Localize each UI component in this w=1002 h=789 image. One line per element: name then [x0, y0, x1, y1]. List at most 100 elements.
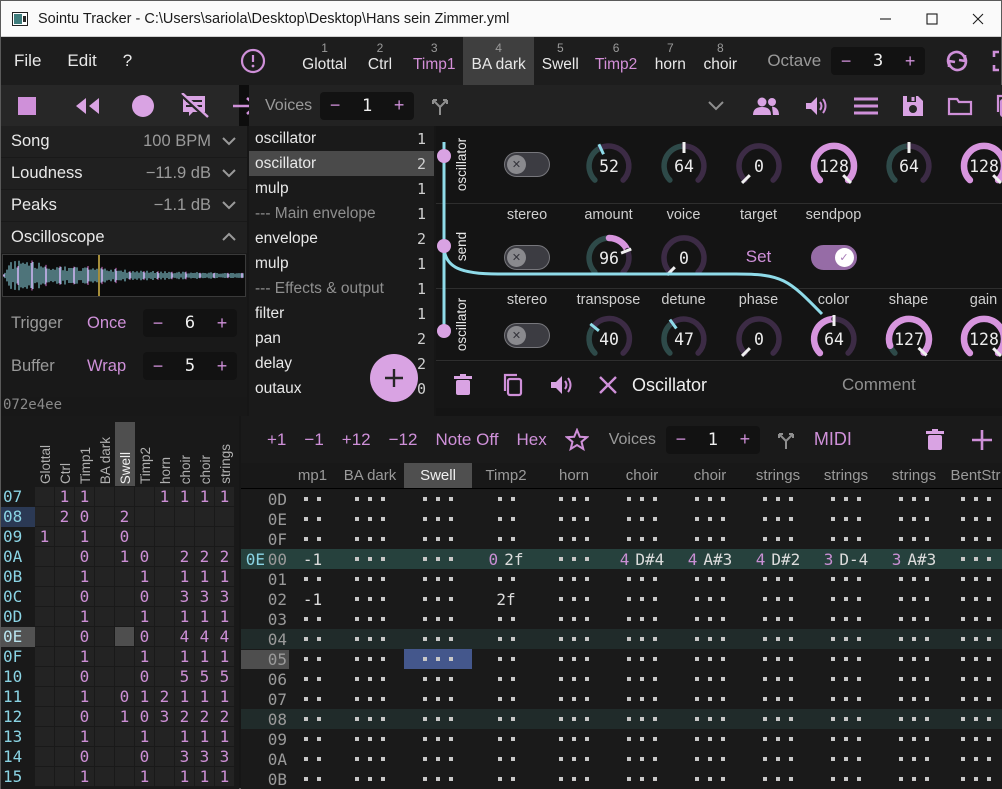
order-cell[interactable]: 1 — [135, 687, 154, 706]
order-cell[interactable]: 1 — [55, 487, 74, 506]
transpose-minus12-button[interactable]: −12 — [389, 430, 418, 450]
note-cell[interactable] — [608, 749, 676, 769]
menu-edit[interactable]: Edit — [54, 51, 109, 71]
note-cell[interactable] — [472, 509, 540, 529]
order-cell[interactable] — [95, 587, 114, 606]
track-header-choir[interactable]: choir — [608, 463, 676, 488]
note-cell[interactable] — [540, 489, 608, 509]
amount-knob[interactable]: 96 — [580, 226, 638, 288]
maximize-button[interactable] — [909, 1, 955, 36]
note-cell[interactable] — [676, 629, 744, 649]
order-cell[interactable]: 1 — [195, 487, 214, 506]
order-cell[interactable]: 1 — [75, 727, 94, 746]
order-cell[interactable]: 5 — [175, 667, 194, 686]
note-cell[interactable] — [608, 629, 676, 649]
order-cell[interactable] — [155, 507, 174, 526]
order-cell[interactable]: 0 — [135, 667, 154, 686]
order-cell[interactable]: 1 — [75, 527, 94, 546]
order-column-header-glottal[interactable]: Glottal — [35, 422, 55, 486]
unit-list-item-mulp[interactable]: mulp1 — [249, 251, 434, 276]
note-cell[interactable] — [540, 509, 608, 529]
note-cell[interactable] — [404, 609, 472, 629]
order-cell[interactable]: 1 — [115, 547, 134, 566]
note-row-label[interactable]: 0B — [241, 770, 289, 789]
unit-list-item--Effects-output[interactable]: --- Effects & output1 — [249, 276, 434, 301]
note-cell[interactable] — [880, 649, 948, 669]
note-cell[interactable] — [540, 589, 608, 609]
note-cell[interactable] — [540, 729, 608, 749]
note-cell[interactable] — [812, 629, 880, 649]
note-cell[interactable] — [608, 689, 676, 709]
note-cell[interactable] — [744, 609, 812, 629]
note-cell[interactable] — [948, 549, 1002, 569]
track-header-strings[interactable]: strings — [812, 463, 880, 488]
note-cell[interactable] — [812, 509, 880, 529]
note-cell[interactable] — [812, 709, 880, 729]
minimize-button[interactable] — [863, 1, 909, 36]
note-cell[interactable] — [289, 649, 336, 669]
order-cell[interactable] — [55, 527, 74, 546]
order-cell[interactable]: 1 — [75, 487, 94, 506]
order-cell[interactable]: 1 — [175, 647, 194, 666]
track-header-mp1[interactable]: mp1 — [289, 463, 336, 488]
order-cell[interactable]: 1 — [215, 487, 234, 506]
order-column-header-swell[interactable]: Swell — [115, 422, 135, 486]
note-cell[interactable]: -1 — [289, 549, 336, 569]
note-row-label[interactable]: 0F — [241, 530, 289, 549]
order-cell[interactable]: 3 — [215, 587, 234, 606]
track-header-swell[interactable]: Swell — [404, 463, 472, 488]
note-cell[interactable] — [404, 529, 472, 549]
note-cell[interactable] — [608, 569, 676, 589]
add-track-icon[interactable] — [970, 428, 994, 452]
order-cell[interactable] — [95, 767, 114, 786]
solo-speaker-icon[interactable] — [803, 94, 829, 118]
note-cell[interactable] — [948, 649, 1002, 669]
order-cell[interactable] — [35, 627, 54, 646]
note-cell[interactable] — [289, 729, 336, 749]
order-cell[interactable]: 1 — [215, 607, 234, 626]
order-cell[interactable] — [135, 527, 154, 546]
note-cell[interactable] — [880, 749, 948, 769]
order-cell[interactable]: 3 — [195, 587, 214, 606]
order-cell[interactable]: 0 — [75, 507, 94, 526]
order-row-label[interactable]: 07 — [1, 487, 35, 507]
order-cell[interactable]: 2 — [215, 707, 234, 726]
note-cell[interactable] — [676, 649, 744, 669]
note-cell[interactable] — [404, 549, 472, 569]
note-cell[interactable] — [472, 689, 540, 709]
track-header-choir[interactable]: choir — [676, 463, 744, 488]
note-cell[interactable] — [540, 749, 608, 769]
note-cell[interactable]: -1 — [289, 589, 336, 609]
instrument-tab-glottal[interactable]: 1Glottal — [294, 37, 355, 85]
note-cell[interactable] — [948, 769, 1002, 789]
order-cell[interactable] — [35, 707, 54, 726]
order-cell[interactable] — [155, 647, 174, 666]
note-cell[interactable] — [676, 609, 744, 629]
note-cell[interactable] — [676, 669, 744, 689]
note-cell[interactable] — [404, 749, 472, 769]
delete-unit-icon[interactable] — [452, 373, 474, 397]
note-cell[interactable] — [404, 489, 472, 509]
note-cell[interactable] — [608, 529, 676, 549]
instrument-voices-icon[interactable] — [751, 94, 781, 118]
order-row-label[interactable]: 0B — [1, 567, 35, 587]
order-column-header-choir[interactable]: choir — [195, 422, 215, 486]
note-cell[interactable] — [744, 729, 812, 749]
order-cell[interactable]: 4 — [215, 627, 234, 646]
note-cell[interactable] — [744, 489, 812, 509]
note-cell[interactable] — [540, 569, 608, 589]
panel-row-oscilloscope[interactable]: Oscilloscope — [1, 222, 247, 253]
note-cell[interactable] — [540, 529, 608, 549]
note-cell[interactable] — [336, 609, 404, 629]
unit-list-item-envelope[interactable]: envelope2 — [249, 226, 434, 251]
note-cell[interactable] — [540, 669, 608, 689]
note-cell[interactable] — [608, 709, 676, 729]
order-cell[interactable]: 3 — [175, 587, 194, 606]
note-cell[interactable] — [336, 729, 404, 749]
note-cell[interactable] — [676, 589, 744, 609]
order-cell[interactable] — [155, 567, 174, 586]
unit-list-item-pan[interactable]: pan2 — [249, 326, 434, 351]
stop-button[interactable] — [17, 96, 37, 116]
order-cell[interactable] — [55, 547, 74, 566]
note-cell[interactable] — [608, 509, 676, 529]
